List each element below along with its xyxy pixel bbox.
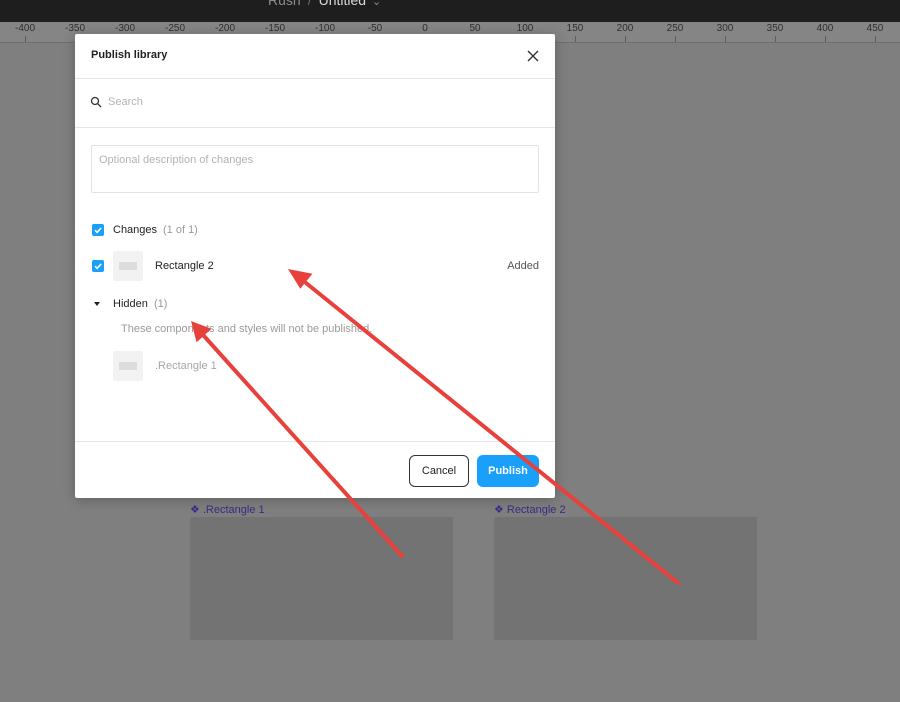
frame-rectangle-1[interactable] <box>190 517 453 640</box>
change-item-name[interactable]: Rectangle 2 <box>155 260 214 272</box>
description-field[interactable] <box>91 145 539 193</box>
ruler-tick-label: -250 <box>164 23 186 34</box>
ruler-tick <box>675 36 676 42</box>
close-button[interactable] <box>521 44 545 68</box>
hidden-item-name[interactable]: .Rectangle 1 <box>155 360 217 372</box>
component-thumbnail <box>113 251 143 281</box>
frame-rectangle-2[interactable] <box>494 517 757 640</box>
ruler-tick-label: -150 <box>264 23 286 34</box>
search-input[interactable] <box>108 94 528 110</box>
frame-label-text: .Rectangle 1 <box>202 504 265 516</box>
frame-label-text: Rectangle 2 <box>506 504 566 516</box>
ruler-tick <box>725 36 726 42</box>
frame-label-rectangle-2[interactable]: ❖ Rectangle 2 <box>494 503 566 516</box>
ruler-tick-label: -400 <box>14 23 36 34</box>
thumbnail-shape <box>119 262 137 270</box>
ruler-tick-label: 400 <box>816 23 834 34</box>
breadcrumb-project[interactable]: Rush <box>268 0 301 8</box>
publish-button[interactable]: Publish <box>477 455 539 487</box>
changes-label: Changes <box>113 224 158 236</box>
ruler-tick-label: -200 <box>214 23 236 34</box>
check-icon <box>94 263 102 270</box>
ruler-tick-label: 350 <box>766 23 784 34</box>
ruler-tick-label: -50 <box>367 23 383 34</box>
check-icon <box>94 227 102 234</box>
caret-down-icon[interactable] <box>93 301 101 307</box>
ruler-tick-label: 450 <box>866 23 884 34</box>
ruler-tick-label: -100 <box>314 23 336 34</box>
breadcrumb: Rush / Untitled ⌄ <box>268 0 381 8</box>
hidden-count: (1) <box>154 298 168 310</box>
frame-label-rectangle-1[interactable]: ❖ .Rectangle 1 <box>190 503 265 516</box>
component-icon: ❖ <box>190 504 200 516</box>
hidden-note: These components and styles will not be … <box>121 323 373 335</box>
ruler-tick-label: 300 <box>716 23 734 34</box>
ruler-tick-label: 50 <box>469 23 481 34</box>
ruler-tick <box>825 36 826 42</box>
close-icon <box>527 50 539 62</box>
changes-checkbox[interactable] <box>92 224 104 236</box>
cancel-button[interactable]: Cancel <box>409 455 469 487</box>
change-item-status: Added <box>507 260 539 272</box>
ruler-tick <box>775 36 776 42</box>
ruler-tick-label: 200 <box>616 23 634 34</box>
component-thumbnail <box>113 351 143 381</box>
footer-divider <box>75 441 555 442</box>
component-icon: ❖ <box>494 504 504 516</box>
breadcrumb-separator: / <box>307 0 312 8</box>
chevron-down-icon[interactable]: ⌄ <box>372 0 381 8</box>
search-icon <box>90 96 102 108</box>
ruler-tick <box>875 36 876 42</box>
header-divider <box>75 78 555 79</box>
hidden-label[interactable]: Hidden <box>113 298 148 310</box>
changes-count: (1 of 1) <box>163 224 198 236</box>
ruler-tick <box>575 36 576 42</box>
publish-library-dialog: Publish library Changes (1 of 1) Rectang… <box>75 34 555 498</box>
search-divider <box>75 127 555 128</box>
top-bar: Rush / Untitled ⌄ <box>0 0 900 22</box>
thumbnail-shape <box>119 362 137 370</box>
ruler-tick-label: 100 <box>516 23 534 34</box>
ruler-tick-label: 0 <box>422 23 428 34</box>
dialog-title: Publish library <box>91 49 168 61</box>
ruler-tick-label: -350 <box>64 23 86 34</box>
ruler-tick <box>25 36 26 42</box>
change-item-checkbox[interactable] <box>92 260 104 272</box>
ruler-tick-label: 250 <box>666 23 684 34</box>
ruler-tick <box>625 36 626 42</box>
breadcrumb-file[interactable]: Untitled <box>319 0 366 8</box>
ruler-tick-label: 150 <box>566 23 584 34</box>
ruler-tick-label: -300 <box>114 23 136 34</box>
